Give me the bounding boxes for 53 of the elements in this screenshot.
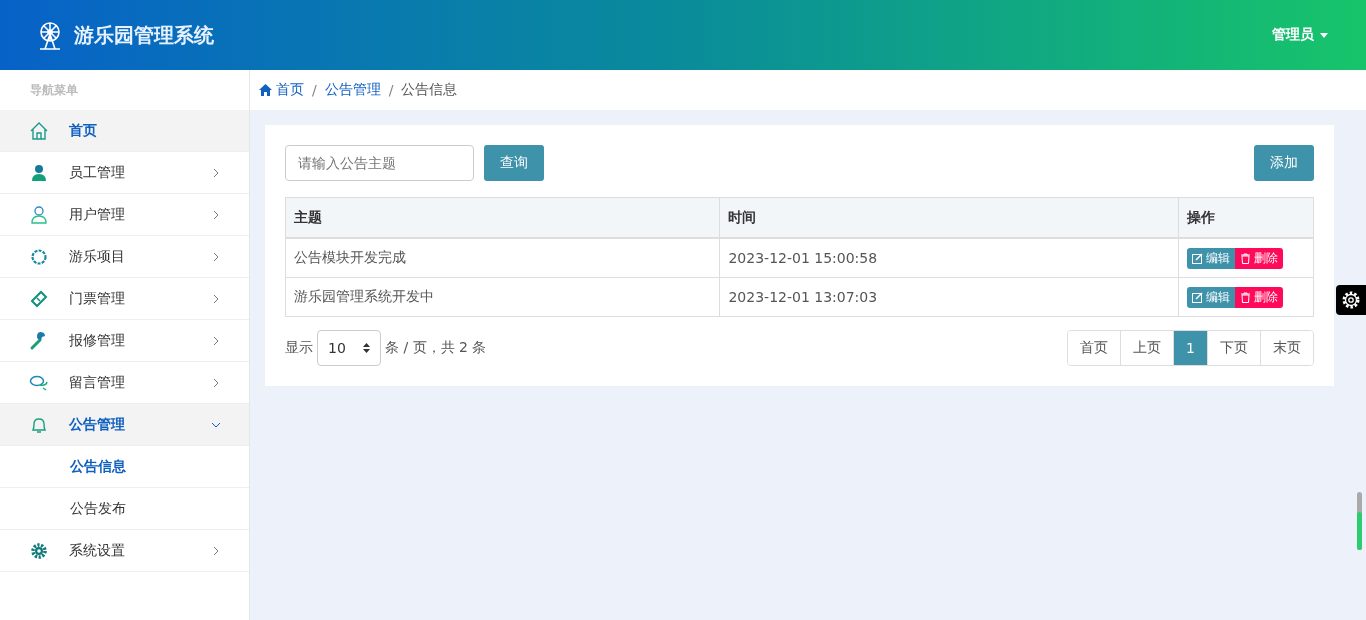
- table-cell: 2023-12-01 13:07:03: [719, 277, 1179, 317]
- page-size-select[interactable]: 10: [317, 330, 381, 366]
- menu-label: 报修管理: [69, 331, 126, 350]
- column-header: 时间: [719, 197, 1179, 238]
- menu-label: 留言管理: [69, 373, 126, 392]
- page-button[interactable]: 1: [1173, 331, 1207, 365]
- edit-icon: [1192, 291, 1203, 303]
- sidebar-item[interactable]: 公告管理: [0, 404, 249, 446]
- table-cell: 公告模块开发完成: [285, 238, 720, 278]
- menu-item-icon: [29, 246, 49, 267]
- breadcrumb-separator: /: [388, 82, 394, 98]
- delete-button[interactable]: 删除: [1235, 286, 1283, 308]
- menu-item-icon: [29, 120, 49, 141]
- trash-icon: [1240, 252, 1251, 264]
- app-title: 游乐园管理系统: [74, 21, 215, 49]
- menu-label: 游乐项目: [69, 247, 126, 266]
- menu-label: 用户管理: [69, 205, 126, 224]
- menu-label: 员工管理: [69, 163, 126, 182]
- search-button[interactable]: 查询: [484, 145, 544, 181]
- menu-label: 公告管理: [69, 415, 126, 434]
- page-button[interactable]: 末页: [1260, 331, 1313, 365]
- caret-icon: [1320, 32, 1328, 38]
- delete-button[interactable]: 删除: [1235, 247, 1283, 269]
- column-header: 主题: [285, 197, 720, 238]
- trash-icon: [1240, 291, 1251, 303]
- settings-icon: [1340, 289, 1362, 311]
- menu-item-icon: [29, 540, 49, 561]
- breadcrumb-link[interactable]: 公告管理: [324, 81, 381, 99]
- menu-label: 首页: [69, 121, 98, 140]
- sort-caret-icon: [363, 343, 370, 353]
- submenu-item[interactable]: 公告信息: [0, 446, 249, 488]
- sidebar-heading: 导航菜单: [29, 82, 79, 99]
- search-field[interactable]: 请输入公告主题: [285, 145, 474, 181]
- edit-button[interactable]: 编辑: [1187, 247, 1235, 269]
- settings-button[interactable]: [1336, 285, 1366, 315]
- edit-button[interactable]: 编辑: [1187, 286, 1235, 308]
- menu-label: 门票管理: [69, 289, 126, 308]
- table-cell: 2023-12-01 15:00:58: [719, 238, 1179, 278]
- menu-item-icon: [29, 162, 49, 183]
- sidebar-item[interactable]: 首页: [0, 110, 249, 152]
- breadcrumb-separator: /: [312, 82, 317, 98]
- page-summary: 条 / 页，共 2 条: [385, 339, 487, 357]
- breadcrumb-link[interactable]: 首页: [259, 81, 304, 99]
- breadcrumb-current: 公告信息: [401, 81, 458, 99]
- table-cell: 游乐园管理系统开发中: [285, 277, 720, 317]
- add-button[interactable]: 添加: [1254, 145, 1314, 181]
- edit-icon: [1192, 252, 1203, 264]
- menu-item-icon: [29, 288, 49, 309]
- menu-item-icon: [29, 204, 49, 225]
- column-header: 操作: [1178, 197, 1314, 238]
- home-icon: [259, 84, 272, 96]
- menu-label: 系统设置: [69, 541, 126, 560]
- show-label: 显示: [285, 339, 313, 357]
